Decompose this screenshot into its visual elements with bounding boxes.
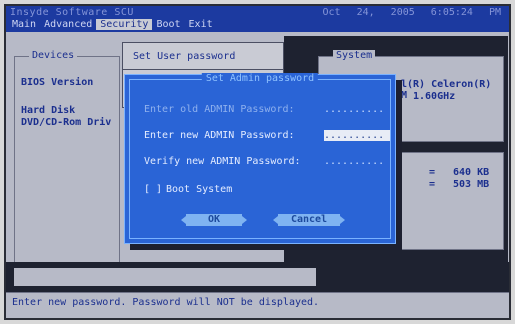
dropdown-divider [123, 69, 283, 70]
status-message: Enter new password. Password will NOT be… [12, 297, 320, 308]
dvd-rom-label: DVD/CD-Rom Driv [21, 117, 112, 128]
title-bar: Insyde Software SCU Oct 24, 2005 6:05:24… [6, 6, 509, 32]
old-password-field[interactable]: .......... [324, 104, 390, 115]
bios-setup-utility: Insyde Software SCU Oct 24, 2005 6:05:24… [6, 6, 509, 318]
bios-version-label: BIOS Version [21, 77, 94, 88]
menu-exit[interactable]: Exit [185, 19, 217, 30]
cancel-button[interactable]: Cancel [273, 214, 345, 226]
devices-group-title: Devices [29, 50, 78, 61]
menu-bar: Main Advanced Security Boot Exit [8, 19, 217, 30]
boot-system-checkbox[interactable]: [ ] [144, 184, 162, 195]
menu-boot[interactable]: Boot [152, 19, 184, 30]
monitor-screen: Insyde Software SCU Oct 24, 2005 6:05:24… [4, 4, 511, 320]
system-group-title: System [333, 50, 376, 61]
dialog-title: Set Admin password [201, 73, 319, 84]
menu-main[interactable]: Main [8, 19, 40, 30]
extended-memory-value: 503 MB [453, 179, 490, 190]
old-password-label: Enter old ADMIN Password: [144, 104, 295, 115]
set-user-password-item[interactable]: Set User password [133, 51, 235, 62]
vendor-title: Insyde Software SCU [10, 7, 134, 18]
memory-group: = 640 KB = 503 MB [398, 152, 504, 250]
set-admin-password-dialog: Set Admin password Enter old ADMIN Passw… [124, 73, 396, 244]
hard-disk-label: Hard Disk [21, 105, 76, 116]
new-password-field[interactable]: .......... [324, 130, 390, 141]
lower-left-panel [14, 268, 316, 286]
date-time: Oct 24, 2005 6:05:24 PM [322, 7, 501, 18]
extended-memory-eq: = [429, 179, 436, 190]
dialog-frame: Set Admin password Enter old ADMIN Passw… [129, 73, 391, 239]
verify-password-label: Verify new ADMIN Password: [144, 156, 301, 167]
new-password-label: Enter new ADMIN Password: [144, 130, 295, 141]
cpu-speed: 1.60GHz [413, 91, 456, 102]
devices-group: Devices BIOS Version Hard Disk DVD/CD-Ro… [14, 50, 120, 264]
system-memory-eq: = [429, 167, 436, 178]
ok-button[interactable]: OK [181, 214, 247, 226]
verify-password-field[interactable]: .......... [324, 156, 390, 167]
boot-system-label: Boot System [166, 184, 233, 195]
status-bar: Enter new password. Password will NOT be… [6, 292, 509, 313]
menu-security[interactable]: Security [96, 19, 153, 30]
menu-advanced[interactable]: Advanced [40, 19, 96, 30]
system-memory-value: 640 KB [453, 167, 490, 178]
